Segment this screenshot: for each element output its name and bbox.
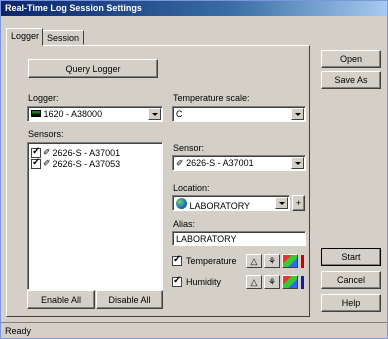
sensors-list[interactable]: ✐ 2626-S - A37001 ✐ 2626-S - A37053 [27,142,163,290]
temperature-channel[interactable]: Temperature [172,254,237,266]
cancel-button[interactable]: Cancel [321,271,381,289]
query-logger-button[interactable]: Query Logger [28,59,158,78]
temp-scale-select[interactable]: C [172,106,306,122]
temperature-checkbox[interactable] [172,254,182,266]
chevron-down-icon[interactable] [275,197,288,209]
chevron-down-icon[interactable] [291,157,304,169]
sensor-select[interactable]: ✐ 2626-S - A37001 [172,155,306,171]
chart-settings-icon[interactable]: ⚘ [264,254,280,268]
tab-session[interactable]: Session [42,30,84,45]
disable-all-button[interactable]: Disable All [96,290,163,309]
logger-flag-icon [31,110,41,117]
location-select[interactable]: LABORATORY [172,195,290,211]
alias-label: Alias: [173,219,196,229]
humidity-color-swatch [301,276,304,289]
add-location-button[interactable]: + [292,195,305,211]
sensor-icon: ✐ [176,158,184,168]
location-label: Location: [173,183,210,193]
color-picker-icon[interactable] [282,254,298,268]
color-picker-icon[interactable] [282,275,298,289]
chevron-down-icon[interactable] [148,108,161,120]
logger-label: Logger: [28,93,59,103]
sensors-label: Sensors: [28,129,64,139]
list-item[interactable]: ✐ 2626-S - A37053 [31,157,120,169]
alarm-icon[interactable]: △ [246,275,262,289]
sensor-checkbox[interactable] [31,157,41,169]
save-as-button[interactable]: Save As [321,71,381,89]
open-button[interactable]: Open [321,50,381,68]
chevron-down-icon[interactable] [291,108,304,120]
sensor-icon: ✐ [43,158,51,168]
logger-select[interactable]: 1620 - A38000 [27,106,163,122]
temp-scale-label: Temperature scale: [173,93,250,103]
sensor-icon: ✐ [43,147,51,157]
sensor-label: Sensor: [173,143,205,153]
alias-input[interactable]: LABORATORY [172,231,306,246]
tab-logger[interactable]: Logger [6,28,43,46]
title-bar: Real-Time Log Session Settings [1,1,387,16]
chart-settings-icon[interactable]: ⚘ [264,275,280,289]
humidity-checkbox[interactable] [172,275,182,287]
globe-icon [176,198,187,209]
list-item[interactable]: ✐ 2626-S - A37001 [31,146,120,158]
alarm-icon[interactable]: △ [246,254,262,268]
status-bar: Ready [1,322,387,338]
start-button[interactable]: Start [321,248,381,266]
help-button[interactable]: Help [321,294,381,312]
humidity-channel[interactable]: Humidity [172,275,221,287]
enable-all-button[interactable]: Enable All [27,290,95,309]
temperature-color-swatch [301,255,304,268]
